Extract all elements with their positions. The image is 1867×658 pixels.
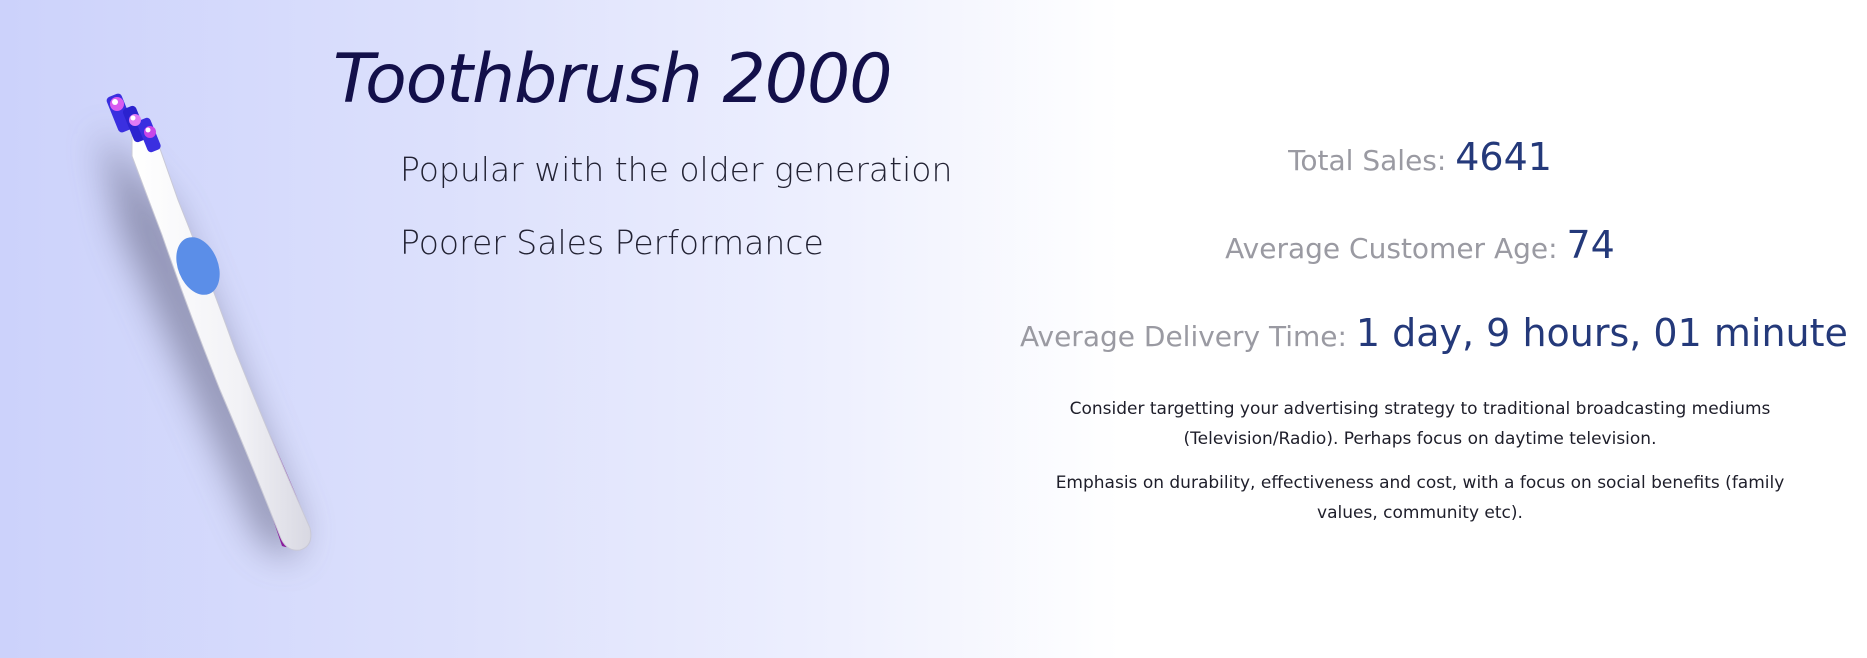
product-performance: Poorer Sales Performance — [400, 223, 824, 262]
stat-average-delivery: Average Delivery Time: 1 day, 9 hours, 0… — [1020, 306, 1848, 368]
stat-label: Average Delivery Time: — [1020, 320, 1356, 353]
advice-emphasis: Emphasis on durability, effectiveness an… — [1055, 473, 1785, 523]
product-tagline: Popular with the older generation — [400, 150, 953, 189]
product-detail-page: Toothbrush 2000 Popular with the older g… — [0, 0, 1867, 658]
stat-value: 4641 — [1455, 135, 1552, 179]
stat-label: Average Customer Age: — [1225, 232, 1567, 265]
stat-label: Total Sales: — [1288, 144, 1456, 177]
stat-average-age: Average Customer Age: 74 — [1020, 218, 1820, 280]
stat-total-sales: Total Sales: 4641 — [1020, 130, 1820, 192]
product-title: Toothbrush 2000 — [333, 40, 893, 119]
stats-panel: Total Sales: 4641 Average Customer Age: … — [1020, 130, 1848, 542]
stat-value: 1 day, 9 hours, 01 minute — [1355, 311, 1848, 355]
toothbrush-icon — [100, 93, 312, 560]
stat-value: 74 — [1566, 223, 1615, 267]
advice-strategy: Consider targetting your advertising str… — [1069, 399, 1771, 449]
